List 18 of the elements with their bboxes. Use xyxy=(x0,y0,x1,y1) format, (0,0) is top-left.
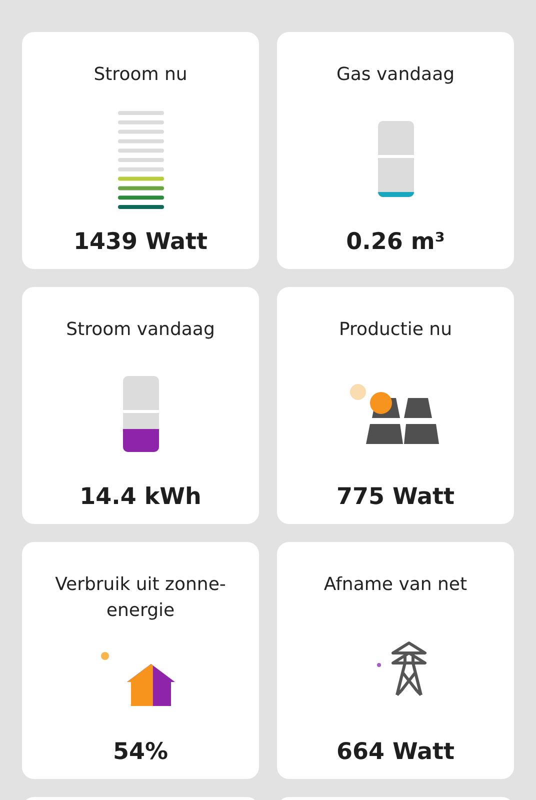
tile-card[interactable]: Gas vandaag 0.26 m³ xyxy=(277,32,514,269)
tile-value: 775 Watt xyxy=(336,484,455,510)
tile-title: Gas vandaag xyxy=(336,63,455,87)
tile-title: Productie nu xyxy=(339,318,452,342)
tile-title: Afname van net xyxy=(324,573,468,597)
tile-card[interactable]: Stroom nu 1439 Watt xyxy=(22,32,259,269)
tile-value: 54% xyxy=(112,739,168,765)
tile-card[interactable]: Productie nu 775 Watt xyxy=(277,287,514,524)
tile-value: 0.26 m³ xyxy=(346,229,445,255)
tile-value: 1439 Watt xyxy=(73,229,208,255)
tile-title: Stroom nu xyxy=(94,63,188,87)
tile-card[interactable]: Stroom vandaag 14.4 kWh xyxy=(22,287,259,524)
tile-title: Verbruik uit zonne-energie xyxy=(54,573,227,623)
tile-value: 14.4 kWh xyxy=(80,484,202,510)
tile-title: Stroom vandaag xyxy=(66,318,215,342)
tile-card[interactable]: Verbruik uit zonne-energie 54% xyxy=(22,542,259,779)
tile-value: 664 Watt xyxy=(336,739,455,765)
tile-card[interactable]: Afname van net 664 Watt xyxy=(277,542,514,779)
